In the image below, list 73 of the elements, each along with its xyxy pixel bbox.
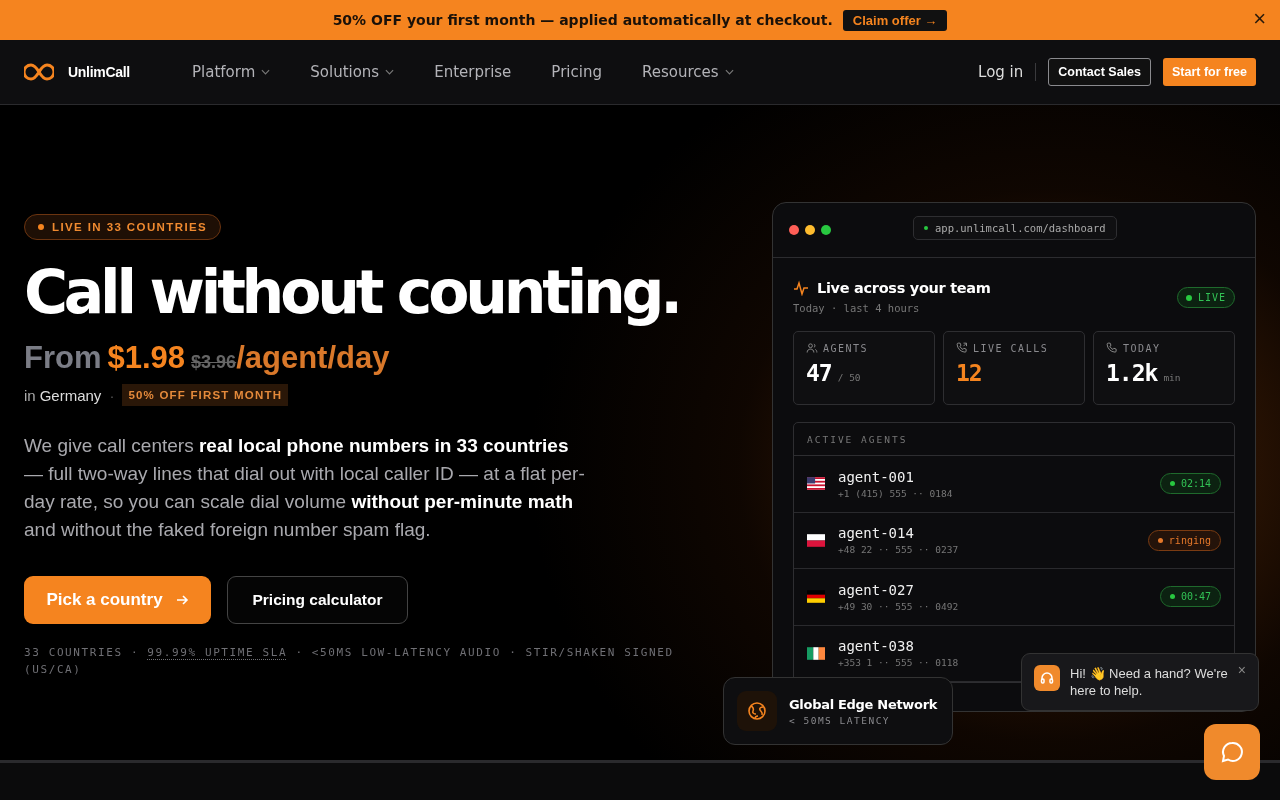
people-icon	[806, 342, 818, 354]
url-text: app.unlimcall.com/dashboard	[935, 222, 1106, 234]
separator: ·	[109, 386, 115, 404]
stat-unit: / 50	[837, 372, 861, 383]
pricing-calculator-button[interactable]: Pricing calculator	[227, 576, 408, 624]
stat-unit: min	[1163, 372, 1181, 383]
offer-tag: 50% OFF FIRST MONTH	[122, 384, 289, 406]
agent-phone: +353 1 ·· 555 ·· 0118	[838, 657, 959, 669]
table-heading: ACTIVE AGENTS	[807, 433, 908, 445]
flag-icon	[807, 646, 825, 660]
minimize-dot-icon	[805, 225, 815, 235]
agent-name: agent-027	[838, 581, 915, 598]
nav-link[interactable]: Resources	[641, 63, 734, 81]
agent-name: agent-038	[838, 638, 915, 655]
brand-name[interactable]: UnlimCall	[68, 64, 130, 80]
flag-icon	[807, 590, 825, 604]
claim-offer-button[interactable]: Claim offer →	[842, 9, 948, 31]
agent-name: agent-001	[838, 468, 915, 485]
stat-value: 1.2k	[1106, 360, 1158, 386]
nav-link[interactable]: Platform	[192, 63, 271, 81]
stat-label: LIVE CALLS	[973, 342, 1049, 354]
price: $1.98	[107, 340, 186, 376]
login-link[interactable]: Log in	[978, 63, 1037, 81]
pulse-icon	[793, 280, 809, 296]
badge-text: LIVE IN 33 COUNTRIES	[52, 221, 208, 233]
arrow-icon	[174, 593, 189, 607]
chat-message: Hi! 👋 Need a hand? We're here to help.	[1070, 665, 1229, 699]
old-price: $3.96	[191, 352, 237, 372]
status-text: 02:14	[1180, 478, 1211, 490]
agent-phone: +1 (415) 555 ·· 0184	[838, 487, 953, 499]
price-unit: /agent/day	[236, 340, 390, 376]
stat-value: 47	[806, 360, 832, 386]
agent-name: agent-014	[838, 525, 915, 542]
location-prefix: in	[24, 386, 36, 404]
globe-icon	[737, 691, 777, 731]
maximize-dot-icon	[821, 225, 831, 235]
price-prefix: From	[24, 340, 102, 376]
dashboard-subtitle: Today · last 4 hours	[793, 302, 921, 314]
status-text: 00:47	[1180, 591, 1211, 603]
sla-link[interactable]: 99.99% UPTIME SLA	[147, 646, 288, 659]
flag-icon	[807, 533, 825, 547]
edge-title: Global Edge Network	[789, 696, 938, 712]
nav-link[interactable]: Pricing	[551, 63, 602, 81]
hero-title: Call without counting.	[24, 256, 679, 328]
live-text: LIVE	[1197, 292, 1226, 303]
agent-phone: +49 30 ·· 555 ·· 0492	[838, 600, 959, 612]
location: Germany	[39, 386, 102, 404]
nav-link[interactable]: Enterprise	[434, 63, 512, 81]
stat-label: AGENTS	[823, 342, 869, 354]
caret-icon	[261, 69, 271, 75]
status-text: ringing	[1168, 534, 1211, 546]
headset-icon	[1034, 665, 1060, 691]
hero-description: We give call centers real local phone numbers in 33 countries — full two-way lines that dial out with local caller ID — at a flat per-day rate, so you can scale dial volume without per-minute math and without the faked foreign number spam flag.	[24, 434, 586, 542]
phone-call-icon	[956, 342, 968, 354]
nav-link[interactable]: Solutions	[310, 63, 395, 81]
feature-stats: 33 COUNTRIES · 99.99% UPTIME SLA · <50MS LOW-LATENCY AUDIO · STIR/SHAKEN SIGNED (US/CA)	[24, 645, 675, 678]
close-button[interactable]: ×	[1237, 662, 1246, 678]
close-dot-icon	[789, 225, 799, 235]
edge-subtitle: < 50MS LATENCY	[789, 714, 892, 726]
chat-bubble-icon	[1220, 740, 1244, 764]
flag-icon	[807, 477, 825, 491]
infinity-logo-icon	[24, 62, 54, 82]
caret-icon	[385, 69, 395, 75]
promo-text: 50% OFF your first month — applied automatically at checkout.	[332, 12, 833, 28]
agent-phone: +48 22 ·· 555 ·· 0237	[838, 544, 959, 556]
close-button[interactable]: ×	[1253, 9, 1266, 29]
caret-icon	[724, 69, 734, 75]
stat-label: TODAY	[1123, 342, 1161, 354]
chat-button[interactable]	[1204, 724, 1260, 780]
contact-sales-button[interactable]: Contact Sales	[1048, 58, 1151, 86]
phone-icon	[1106, 342, 1118, 354]
dashboard-title: Live across your team	[817, 280, 991, 296]
stat-value: 12	[956, 360, 982, 386]
